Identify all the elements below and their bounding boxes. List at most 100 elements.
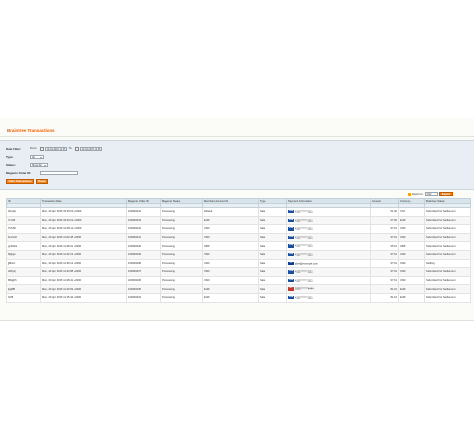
id-cell: 3dhy2j (6, 267, 41, 277)
bstatus-cell: Submitted For Settlement (424, 215, 471, 226)
reset-button[interactable]: Reset (35, 178, 49, 184)
bstatus-cell: Settling (424, 258, 471, 269)
amount-cell: 97.61 (370, 267, 399, 277)
merchant-cell: USD (202, 224, 259, 234)
date-cell: Mon, 20 Apr 2015 15:20:22 +0000 (40, 215, 127, 226)
bstatus-cell: Submitted For Settlement (424, 224, 471, 234)
payment-cell: VISA 4111*******1111 (286, 241, 371, 251)
type-cell: Sale (258, 241, 287, 251)
payment-cell: VISA 4111*******1111 (286, 232, 371, 243)
table-row[interactable]: 7k7r6b Mon, 20 Apr 2015 12:08:12 +0000 100… (6, 224, 471, 234)
visa-icon: VISA (288, 270, 294, 274)
order-cell: 100000236 (126, 275, 161, 286)
table-row[interactable]: 3dhy2j Mon, 20 Apr 2015 11:34:58 +0000 100… (6, 267, 471, 277)
currency-cell: USD (398, 275, 425, 286)
amount-cell: 51.00 (370, 207, 399, 217)
export-format-select[interactable]: CSV (424, 192, 438, 197)
currency-cell: USD (398, 249, 425, 260)
id-cell: 4fcyhjc (6, 207, 41, 217)
payment-cell: VISA 4111*******1111 (286, 207, 371, 217)
mstatus-cell: Processing (160, 232, 203, 243)
visa-icon: VISA (288, 244, 294, 248)
date-filter-row: Date Filter: From: 10-04-2015 14:36 To: … (6, 146, 102, 151)
table-row[interactable]: jkg8f8 Mon, 20 Apr 2015 11:20:09 +0000 100… (6, 284, 471, 294)
calendar-icon[interactable] (74, 146, 79, 151)
payment-cell: VISA 4111*******1111 (286, 215, 371, 226)
bstatus-cell: Submitted For Settlement (424, 241, 471, 251)
amount-cell: 97.61 (370, 258, 399, 269)
currency-cell: GBP (398, 241, 425, 251)
amount-cell: 81.10 (370, 292, 399, 303)
payment-cell: MC 5555*******4444 (286, 284, 371, 294)
merchant-cell: USD (202, 258, 259, 269)
date-cell: Mon, 20 Apr 2015 15:25:03 +0000 (40, 207, 127, 217)
mstatus-cell: Processing (160, 275, 203, 286)
merchant-cell: USD (202, 267, 259, 277)
type-select[interactable]: All (30, 154, 44, 159)
amount-cell: 67.00 (370, 215, 399, 226)
table-row[interactable]: 8t6gjh6 Mon, 20 Apr 2015 11:28:41 +0000 10… (6, 275, 471, 286)
table-row[interactable]: jj8kmz Mon, 20 Apr 2015 11:39:14 +0000 100… (6, 258, 471, 269)
visa-icon: VISA (288, 235, 294, 240)
order-id-label: Magento Order ID: (6, 170, 32, 175)
mstatus-cell: Processing (160, 249, 203, 260)
status-select[interactable]: Show All (30, 162, 48, 167)
payment-cell: VISA 4111*******1111 (286, 292, 371, 303)
transactions-table: ID Transaction Date Magento Order ID Mag… (6, 198, 471, 303)
order-id-row: Magento Order ID: (6, 170, 78, 175)
bstatus-cell: Submitted For Settlement (424, 232, 471, 243)
type-cell: Sale (258, 267, 287, 277)
visa-icon: VISA (288, 296, 294, 300)
id-cell: 8t6gjh6 (6, 275, 41, 286)
order-id-input[interactable] (40, 170, 78, 175)
table-row[interactable]: bncrtn8 Mon, 20 Apr 2015 11:52:48 +0000 10… (6, 232, 471, 243)
bstatus-cell: Submitted For Settlement (424, 249, 471, 260)
table-row[interactable]: 6fgkgv Mon, 20 Apr 2015 11:42:13 +0000 100… (6, 249, 471, 260)
status-label: Status: (6, 162, 16, 167)
mstatus-cell: Processing (160, 224, 203, 234)
table-row[interactable]: 7nrxf6 Mon, 20 Apr 2015 15:20:22 +0000 100… (6, 215, 471, 226)
order-cell: 100000235 (126, 284, 161, 294)
filter-transactions-button[interactable]: Filter Transactions (6, 178, 35, 184)
to-date-input[interactable]: 20-04-2015 14:36 (79, 146, 102, 151)
order-cell: 100000237 (126, 267, 161, 277)
currency-cell: EUR (398, 284, 425, 294)
visa-icon: VISA (288, 210, 294, 214)
status-row: Status: Show All (6, 162, 48, 167)
order-cell: 100000241 (126, 232, 161, 243)
merchant-cell: EUR (202, 292, 259, 303)
from-date-input[interactable]: 10-04-2015 14:36 (44, 146, 67, 151)
visa-icon: VISA (288, 253, 294, 257)
export-button[interactable]: Export (439, 192, 453, 197)
table-row[interactable]: 4fcyhjc Mon, 20 Apr 2015 15:25:03 +0000 10… (6, 207, 471, 217)
date-cell: Mon, 20 Apr 2015 11:15:44 +0000 (40, 292, 127, 303)
merchant-cell: USD (202, 249, 259, 260)
table-body: 4fcyhjc Mon, 20 Apr 2015 15:25:03 +0000 10… (6, 207, 471, 303)
divider (0, 136, 474, 137)
bstatus-cell: Submitted For Settlement (424, 284, 471, 294)
date-cell: Mon, 20 Apr 2015 11:52:48 +0000 (40, 232, 127, 243)
type-row: Type: All (6, 154, 44, 159)
order-cell: 100000239 (126, 249, 161, 260)
currency-cell: CNY (398, 207, 425, 217)
from-label: From: (30, 147, 38, 150)
order-cell: 100000234 (126, 292, 161, 303)
id-cell: jkg8f8 (6, 284, 41, 294)
visa-icon: VISA (288, 218, 294, 223)
export-icon (408, 192, 412, 196)
date-cell: Mon, 20 Apr 2015 11:34:58 +0000 (40, 267, 127, 277)
bstatus-cell: Submitted For Settlement (424, 207, 471, 217)
merchant-cell: EUR (202, 284, 259, 294)
type-cell: Sale (258, 275, 287, 286)
payment-info: 4111*******1111 (295, 236, 313, 240)
payment-info: 4111*******1111 (295, 227, 313, 231)
payment-info: 4111*******1111 (295, 244, 313, 248)
export-label: Export to: (412, 192, 424, 196)
paypal-icon: PP (288, 261, 294, 266)
calendar-icon[interactable] (39, 146, 44, 151)
bstatus-cell: Submitted For Settlement (424, 292, 471, 303)
table-row[interactable]: hrtf5 Mon, 20 Apr 2015 11:15:44 +0000 1000… (6, 292, 471, 303)
page-title: Braintree Transactions (7, 128, 55, 133)
table-row[interactable]: gn3rkbs Mon, 20 Apr 2015 11:48:31 +0000 10… (6, 241, 471, 251)
date-cell: Mon, 20 Apr 2015 11:39:14 +0000 (40, 258, 127, 269)
